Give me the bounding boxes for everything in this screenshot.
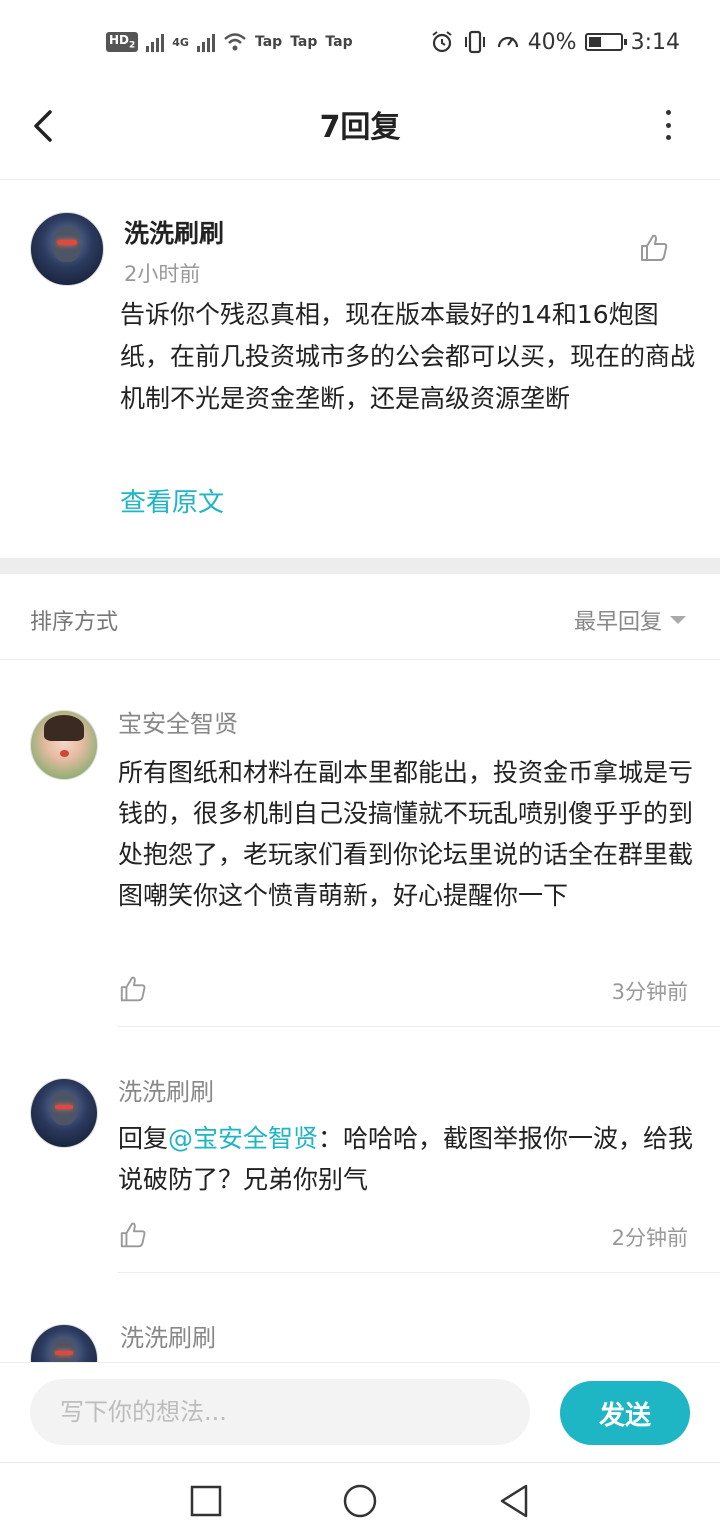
reply-time: 3分钟前: [611, 980, 688, 1004]
avatar[interactable]: [30, 1078, 98, 1148]
reply-time: 2分钟前: [611, 1226, 688, 1250]
reply-separator: [118, 1026, 720, 1027]
view-original-link[interactable]: 查看原文: [120, 482, 224, 519]
alarm-icon: [432, 31, 452, 53]
speed-icon: [497, 36, 518, 48]
status-bar: HD2 4G Tap Tap Tap 40% 3:14: [0, 0, 720, 84]
post-author[interactable]: 洗洗刷刷: [124, 214, 224, 250]
battery-icon: [584, 33, 627, 51]
caret-down-icon: [670, 616, 686, 624]
signal-icon: [146, 32, 165, 52]
post-body: 告诉你个残忍真相，现在版本最好的14和16炮图纸，在前几投资城市多的公会都可以买…: [120, 300, 696, 413]
status-left: HD2 4G Tap Tap Tap: [106, 32, 353, 52]
tap-label: Tap: [290, 34, 318, 50]
wifi-icon: [224, 33, 246, 51]
tap-label: Tap: [254, 34, 283, 50]
sort-dropdown[interactable]: 最早回复: [574, 604, 686, 636]
signal-icon-2: [196, 32, 215, 52]
sort-label: 排序方式: [30, 610, 119, 635]
reply-author[interactable]: 洗洗刷刷: [118, 1072, 214, 1107]
square-recents-icon[interactable]: [188, 1483, 224, 1519]
app-header: 7回复: [0, 84, 720, 180]
battery-level: [588, 37, 601, 47]
battery-percent: 40%: [527, 29, 577, 55]
reply-prefix: 回复: [118, 1124, 169, 1153]
reply-body: 回复@宝安全智贤：哈哈哈，截图举报你一波，给我说破防了？兄弟你别气: [118, 1118, 698, 1200]
reply-body: 所有图纸和材料在副本里都能出，投资金币拿城是亏钱的，很多机制自己没搞懂就不玩乱喷…: [118, 758, 694, 910]
send-button[interactable]: 发送: [560, 1381, 690, 1445]
sort-bar: 排序方式 最早回复: [0, 574, 720, 660]
system-nav-bar: [0, 1462, 720, 1540]
sort-value: 最早回复: [573, 610, 662, 635]
reply-author[interactable]: 洗洗刷刷: [120, 1318, 216, 1353]
thumbs-up-icon[interactable]: [638, 232, 670, 264]
thumbs-up-icon[interactable]: [118, 974, 148, 1004]
avatar[interactable]: [30, 710, 98, 780]
tap-label: Tap: [325, 34, 353, 50]
comment-composer: 发送: [0, 1362, 720, 1462]
avatar[interactable]: [30, 212, 104, 286]
post-time: 2小时前: [124, 262, 201, 286]
thumbs-up-icon[interactable]: [118, 1220, 148, 1250]
network-label: 4G: [172, 35, 189, 49]
status-right: 40% 3:14: [430, 30, 680, 55]
circle-home-icon[interactable]: [342, 1483, 378, 1519]
page-title: 7回复: [319, 110, 401, 145]
more-vertical-icon[interactable]: [660, 110, 676, 140]
section-divider: [0, 558, 720, 574]
vibrate-icon: [464, 30, 485, 54]
reply-separator: [118, 1272, 720, 1273]
comment-input[interactable]: [30, 1379, 530, 1445]
hd-badge: HD2: [106, 32, 139, 52]
mention-link[interactable]: @宝安全智贤: [168, 1124, 318, 1153]
reply-author[interactable]: 宝安全智贤: [118, 704, 238, 739]
clock: 3:14: [630, 29, 680, 55]
triangle-back-icon[interactable]: [496, 1483, 532, 1519]
